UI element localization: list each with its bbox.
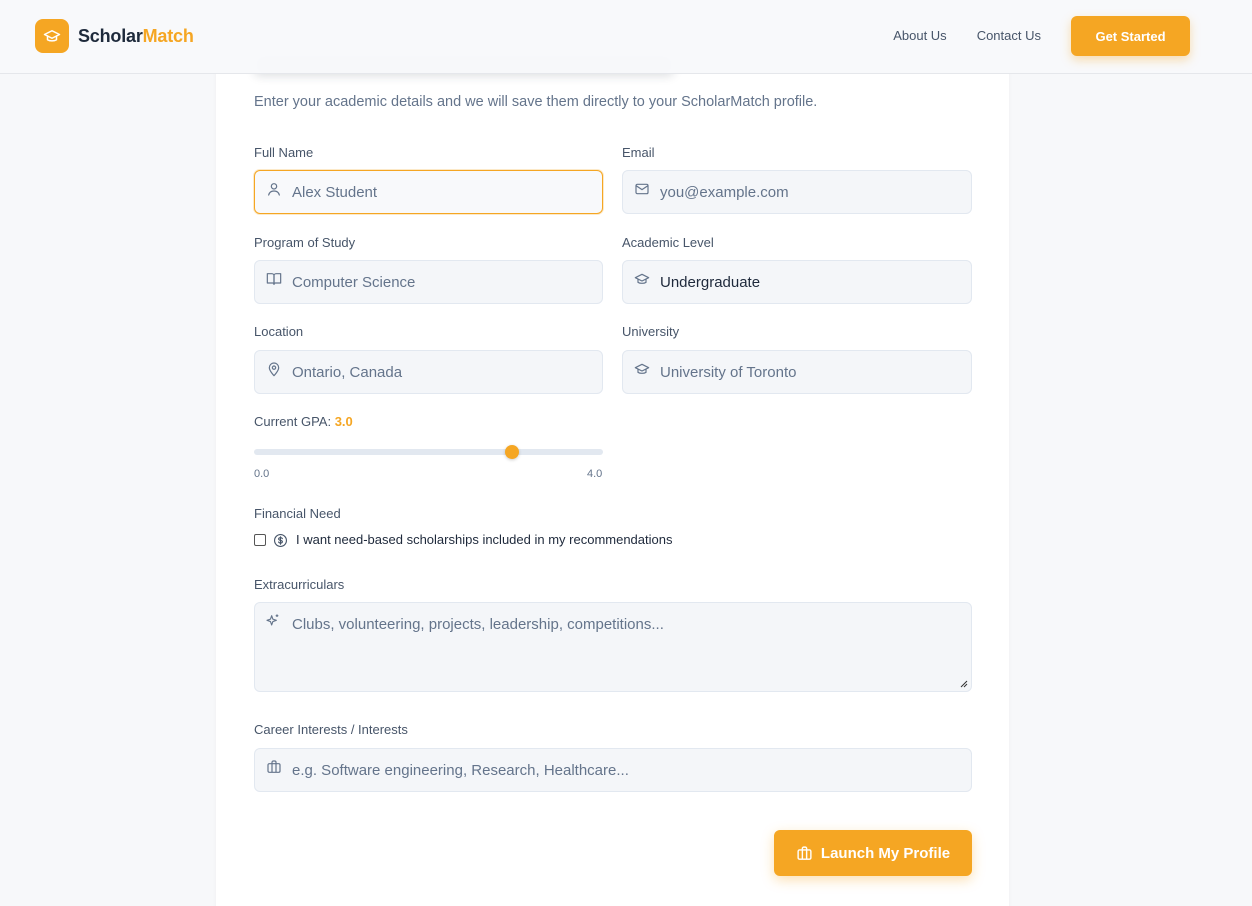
academic-level-label: Academic Level — [622, 235, 714, 250]
briefcase-icon — [267, 760, 281, 773]
university-field[interactable]: University of Toronto — [622, 350, 972, 394]
brand-name: ScholarMatch — [78, 25, 194, 46]
location-label: Location — [254, 324, 304, 339]
dollar-circle-icon — [274, 534, 287, 547]
gpa-max-label: 4.0 — [587, 468, 603, 480]
location-placeholder: Ontario, Canada — [292, 363, 403, 381]
career-interests-placeholder: e.g. Software engineering, Research, Hea… — [292, 761, 629, 779]
email-label: Email — [622, 145, 655, 160]
financial-need-label: Financial Need — [254, 506, 341, 521]
career-interests-label: Career Interests / Interests — [254, 722, 408, 737]
email-placeholder: you@example.com — [660, 183, 789, 201]
full-name-field[interactable]: Alex Student — [254, 170, 603, 214]
sparkles-icon — [266, 614, 279, 626]
full-name-value: Alex Student — [292, 183, 378, 201]
email-field[interactable]: you@example.com — [622, 170, 972, 214]
nav-about-link[interactable]: About Us — [893, 16, 946, 56]
gpa-slider-track[interactable] — [254, 449, 603, 455]
brand-logo[interactable]: ScholarMatch — [35, 19, 194, 53]
graduation-cap-icon — [634, 363, 650, 374]
gpa-label: Current GPA: 3.0 — [254, 414, 353, 429]
top-nav: ScholarMatch About Us Contact Us Get Sta… — [0, 0, 1252, 74]
university-placeholder: University of Toronto — [660, 363, 797, 381]
academic-level-value: Undergraduate — [660, 273, 761, 291]
gpa-min-label: 0.0 — [254, 468, 270, 480]
get-started-button[interactable]: Get Started — [1071, 16, 1190, 56]
book-icon — [266, 273, 282, 285]
launch-profile-label: Launch My Profile — [820, 844, 951, 862]
program-label: Program of Study — [254, 235, 356, 250]
extracurriculars-placeholder: Clubs, volunteering, projects, leadershi… — [292, 616, 664, 633]
university-label: University — [622, 324, 680, 339]
resize-handle-icon[interactable] — [960, 680, 968, 688]
career-interests-field[interactable]: e.g. Software engineering, Research, Hea… — [254, 748, 972, 792]
map-pin-icon — [268, 362, 280, 377]
location-field[interactable]: Ontario, Canada — [254, 350, 603, 394]
user-icon — [268, 183, 280, 196]
extracurriculars-label: Extracurriculars — [254, 577, 345, 592]
graduation-cap-icon — [35, 19, 69, 53]
full-name-label: Full Name — [254, 145, 314, 160]
briefcase-icon — [797, 845, 812, 860]
extracurriculars-textarea[interactable]: Clubs, volunteering, projects, leadershi… — [254, 602, 972, 692]
graduation-cap-icon — [634, 273, 650, 284]
financial-need-text: I want need-based scholarships included … — [296, 532, 673, 547]
nav-contact-link[interactable]: Contact Us — [977, 16, 1041, 56]
form-subtitle: Enter your academic details and we will … — [254, 94, 818, 110]
financial-need-checkbox[interactable] — [254, 534, 266, 546]
mail-icon — [635, 183, 649, 195]
academic-level-select[interactable]: Undergraduate — [622, 260, 972, 304]
gpa-value: 3.0 — [334, 414, 353, 429]
launch-profile-button[interactable]: Launch My Profile — [774, 830, 972, 876]
program-placeholder: Computer Science — [292, 273, 416, 291]
program-field[interactable]: Computer Science — [254, 260, 603, 304]
